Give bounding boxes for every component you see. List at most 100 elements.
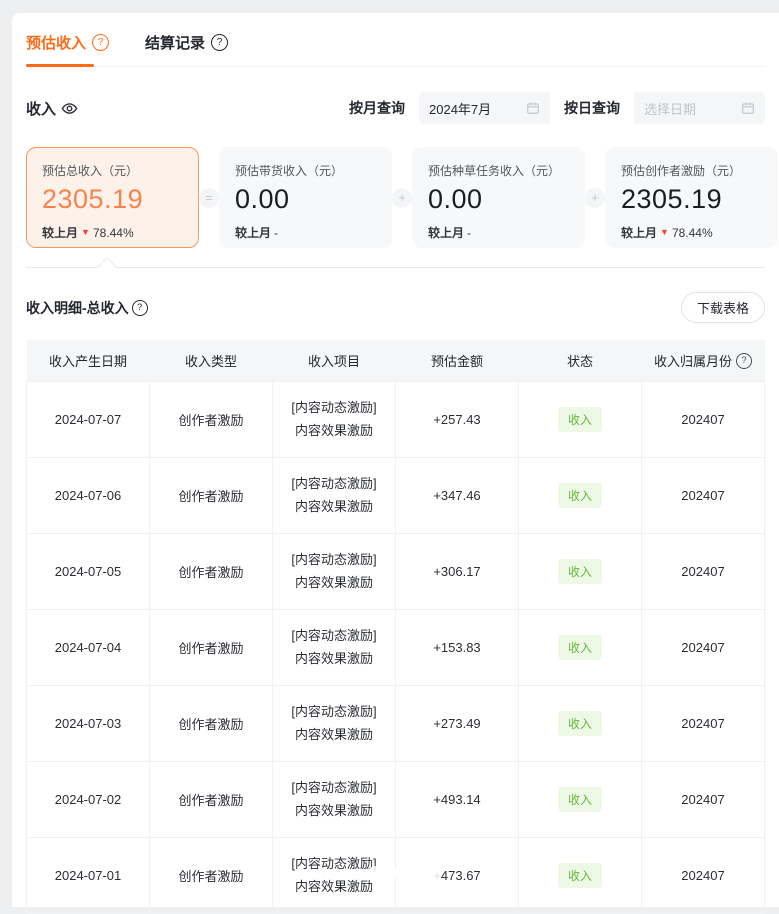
help-icon[interactable]: ?	[736, 353, 752, 369]
toolbar: 收入 按月查询 2024年7月 按日查询	[26, 92, 765, 124]
col-project: 收入项目	[273, 340, 396, 382]
down-triangle-icon: ▼	[660, 228, 669, 237]
tab-label: 结算记录	[145, 32, 205, 53]
tab-label: 预估收入	[26, 32, 86, 53]
card-delta: 较上月 ▼ 78.44%	[42, 224, 183, 241]
cell-project: [内容动态激励] 内容效果激励	[273, 838, 396, 914]
table-row: 2024-07-03 创作者激励 [内容动态激励] 内容效果激励 +273.49…	[27, 686, 765, 762]
cell-amount: +153.83	[396, 610, 519, 686]
cell-type: 创作者激励	[150, 382, 273, 458]
cell-amount: +306.17	[396, 534, 519, 610]
table-row: 2024-07-07 创作者激励 [内容动态激励] 内容效果激励 +257.43…	[27, 382, 765, 458]
cell-project: [内容动态激励] 内容效果激励	[273, 610, 396, 686]
card-value: 0.00	[428, 184, 569, 215]
card-value: 0.00	[235, 184, 376, 215]
card-commerce-income[interactable]: 预估带货收入（元） 0.00 较上月 -	[219, 147, 392, 248]
col-status: 状态	[519, 340, 642, 382]
cell-project: [内容动态激励] 内容效果激励	[273, 382, 396, 458]
download-table-button[interactable]: 下载表格	[681, 292, 765, 323]
card-delta: 较上月 -	[235, 224, 376, 241]
operator-plus: +	[392, 188, 412, 208]
card-delta: 较上月 ▼ 78.44%	[621, 224, 762, 241]
status-badge: 收入	[558, 787, 602, 812]
card-creator-incentive[interactable]: 预估创作者激励（元） 2305.19 较上月 ▼ 78.44%	[605, 147, 778, 248]
cell-type: 创作者激励	[150, 610, 273, 686]
delta-value: -	[467, 226, 471, 240]
calendar-icon	[526, 101, 540, 115]
tab-settlement-records[interactable]: 结算记录 ?	[145, 32, 228, 66]
table-row: 2024-07-04 创作者激励 [内容动态激励] 内容效果激励 +153.83…	[27, 610, 765, 686]
card-seeding-task-income[interactable]: 预估种草任务收入（元） 0.00 较上月 -	[412, 147, 585, 248]
cell-status: 收入	[519, 686, 642, 762]
status-badge: 收入	[558, 635, 602, 660]
table-row: 2024-07-02 创作者激励 [内容动态激励] 内容效果激励 +493.14…	[27, 762, 765, 838]
main-panel: 预估收入 ? 结算记录 ? 收入 按月查询 2024年7月	[12, 13, 779, 907]
status-badge: 收入	[558, 559, 602, 584]
eye-icon[interactable]	[61, 100, 78, 117]
col-date: 收入产生日期	[27, 340, 150, 382]
delta-value: -	[274, 226, 278, 240]
cell-date: 2024-07-02	[27, 762, 150, 838]
cell-amount: +257.43	[396, 382, 519, 458]
day-picker-placeholder: 选择日期	[644, 99, 735, 118]
divider-notch	[97, 257, 117, 277]
status-badge: 收入	[558, 407, 602, 432]
cell-date: 2024-07-01	[27, 838, 150, 914]
cell-status: 收入	[519, 534, 642, 610]
cell-project: [内容动态激励] 内容效果激励	[273, 686, 396, 762]
status-badge: 收入	[558, 483, 602, 508]
cell-amount: +493.14	[396, 762, 519, 838]
help-icon[interactable]: ?	[211, 34, 228, 51]
cell-type: 创作者激励	[150, 458, 273, 534]
card-value: 2305.19	[621, 184, 762, 215]
cell-month: 202407	[642, 686, 765, 762]
cell-month: 202407	[642, 762, 765, 838]
card-delta: 较上月 -	[428, 224, 569, 241]
cell-status: 收入	[519, 458, 642, 534]
help-icon[interactable]: ?	[132, 300, 148, 316]
card-label: 预估创作者激励（元）	[621, 162, 762, 179]
table-row: 2024-07-05 创作者激励 [内容动态激励] 内容效果激励 +306.17…	[27, 534, 765, 610]
cell-type: 创作者激励	[150, 686, 273, 762]
date-filters: 按月查询 2024年7月 按日查询 选择日期	[349, 92, 765, 124]
cell-date: 2024-07-07	[27, 382, 150, 458]
income-heading: 收入	[26, 98, 78, 119]
col-amount: 预估金额	[396, 340, 519, 382]
tab-bar: 预估收入 ? 结算记录 ?	[26, 13, 765, 67]
cell-project: [内容动态激励] 内容效果激励	[273, 458, 396, 534]
summary-cards: 预估总收入（元） 2305.19 较上月 ▼ 78.44% = 预估带货收入（元…	[26, 147, 765, 248]
cell-date: 2024-07-05	[27, 534, 150, 610]
cell-month: 202407	[642, 382, 765, 458]
card-label: 预估总收入（元）	[42, 162, 183, 179]
cell-amount: +273.49	[396, 686, 519, 762]
cell-month: 202407	[642, 838, 765, 914]
cell-type: 创作者激励	[150, 838, 273, 914]
detail-title: 收入明细-总收入 ?	[26, 298, 148, 318]
delta-label: 较上月	[42, 224, 78, 241]
income-label: 收入	[26, 98, 56, 119]
card-value: 2305.19	[42, 184, 183, 215]
help-icon[interactable]: ?	[92, 34, 109, 51]
cell-project: [内容动态激励] 内容效果激励	[273, 534, 396, 610]
card-total-income[interactable]: 预估总收入（元） 2305.19 较上月 ▼ 78.44%	[26, 147, 199, 248]
cell-type: 创作者激励	[150, 534, 273, 610]
tab-estimated-income[interactable]: 预估收入 ?	[26, 32, 109, 66]
col-type: 收入类型	[150, 340, 273, 382]
month-query-label: 按月查询	[349, 98, 405, 118]
delta-value: 78.44%	[93, 226, 134, 240]
month-picker-input[interactable]: 2024年7月	[419, 92, 550, 124]
status-badge: 收入	[558, 711, 602, 736]
cell-date: 2024-07-06	[27, 458, 150, 534]
operator-equals: =	[199, 188, 219, 208]
cell-amount: +473.67	[396, 838, 519, 914]
operator-plus: +	[585, 188, 605, 208]
day-picker-input[interactable]: 选择日期	[634, 92, 765, 124]
month-picker-value: 2024年7月	[429, 99, 520, 118]
delta-value: 78.44%	[672, 226, 713, 240]
cell-type: 创作者激励	[150, 762, 273, 838]
cell-status: 收入	[519, 762, 642, 838]
card-label: 预估种草任务收入（元）	[428, 162, 569, 179]
cell-month: 202407	[642, 534, 765, 610]
delta-label: 较上月	[428, 224, 464, 241]
cell-month: 202407	[642, 610, 765, 686]
